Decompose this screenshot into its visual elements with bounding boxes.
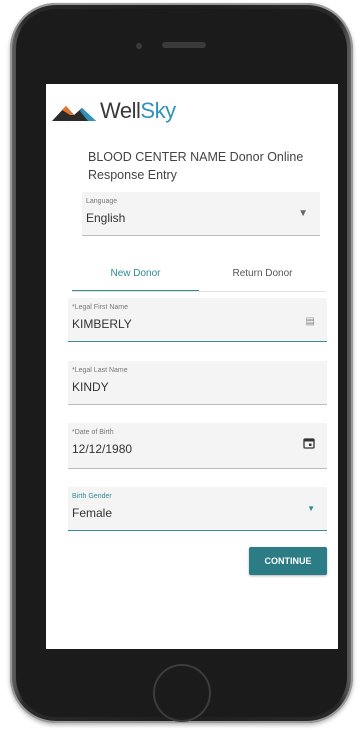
birth-gender-label: Birth Gender	[72, 493, 112, 500]
dropdown-arrow-icon: ▼	[298, 208, 308, 219]
home-button[interactable]	[153, 664, 211, 722]
dropdown-arrow-icon: ▼	[307, 504, 315, 513]
speaker-grille	[162, 42, 206, 48]
first-name-value: KIMBERLY	[72, 317, 132, 331]
camera-icon	[136, 43, 142, 49]
brand-name: WellSky	[100, 98, 176, 123]
last-name-field[interactable]: *Legal Last Name KINDY	[68, 361, 327, 405]
first-name-label: *Legal First Name	[72, 304, 129, 311]
page-title: BLOOD CENTER NAME Donor Online Response …	[88, 150, 304, 182]
date-of-birth-label: *Date of Birth	[72, 429, 114, 436]
birth-gender-select[interactable]: Birth Gender Female ▼	[68, 487, 327, 531]
last-name-label: *Legal Last Name	[72, 367, 128, 374]
language-select[interactable]: Language English ▼	[82, 192, 320, 236]
contact-card-icon[interactable]: ▤	[306, 316, 315, 327]
phone-frame: WellSky BLOOD CENTER NAME Donor Online R…	[10, 3, 353, 723]
tabs-divider	[72, 291, 326, 292]
calendar-icon[interactable]	[303, 437, 315, 452]
language-label: Language	[86, 198, 118, 205]
mountain-logo-icon	[52, 106, 96, 121]
last-name-value: KINDY	[72, 380, 109, 394]
first-name-field[interactable]: *Legal First Name KIMBERLY ▤	[68, 298, 327, 342]
wellsky-logo: WellSky	[52, 98, 176, 124]
birth-gender-value: Female	[72, 506, 113, 520]
tab-new-donor[interactable]: New Donor	[72, 256, 199, 292]
donor-tabs: New Donor Return Donor	[72, 256, 326, 292]
language-value: English	[86, 211, 126, 225]
tab-return-donor[interactable]: Return Donor	[199, 256, 326, 292]
continue-button[interactable]: CONTINUE	[249, 547, 327, 575]
date-of-birth-value: 12/12/1980	[72, 442, 133, 456]
phone-screen: WellSky BLOOD CENTER NAME Donor Online R…	[46, 84, 338, 649]
date-of-birth-field[interactable]: *Date of Birth 12/12/1980	[68, 423, 327, 469]
